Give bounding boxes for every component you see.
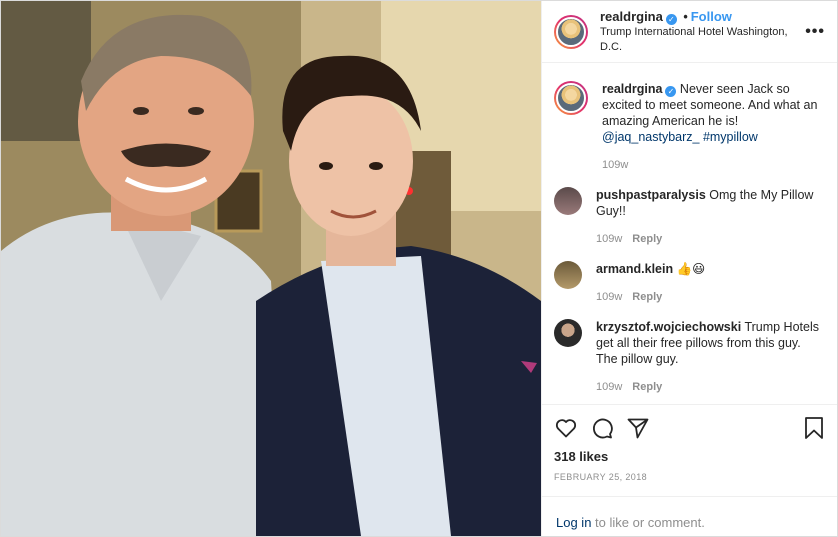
- comment-body: armand.klein 👍😃 109w Reply: [596, 261, 821, 305]
- caption: realdrgina ✓ Never seen Jack so excited t…: [554, 81, 821, 173]
- post-sidebar: realdrgina ✓ • Follow Trump International …: [541, 1, 837, 536]
- post-dialog: realdrgina ✓ • Follow Trump International …: [0, 0, 838, 537]
- separator-dot: •: [683, 9, 688, 24]
- reply-button[interactable]: Reply: [632, 233, 662, 245]
- comment-text: 👍😃: [676, 262, 706, 276]
- post-photo[interactable]: [1, 1, 541, 536]
- photo-illustration: [1, 1, 541, 536]
- caption-body: realdrgina ✓ Never seen Jack so excited t…: [602, 81, 821, 173]
- comment-username[interactable]: pushpastparalysis: [596, 188, 706, 202]
- share-icon[interactable]: [626, 416, 650, 440]
- caption-avatar[interactable]: [554, 81, 588, 115]
- comment-icon[interactable]: [590, 416, 614, 440]
- author-info: realdrgina ✓ • Follow Trump International …: [600, 9, 805, 55]
- heart-icon[interactable]: [554, 416, 578, 440]
- login-text: to like or comment.: [591, 515, 705, 530]
- reply-button[interactable]: Reply: [632, 291, 662, 303]
- comment-item: pushpastparalysis Omg the My Pillow Guy!…: [554, 187, 821, 247]
- caption-username[interactable]: realdrgina: [602, 82, 662, 96]
- commenter-avatar[interactable]: [554, 319, 582, 347]
- verified-icon: ✓: [665, 86, 677, 97]
- caption-tags[interactable]: @jaq_nastybarz_ #mypillow: [602, 129, 821, 145]
- comment-body: krzysztof.wojciechowski Trump Hotels get…: [596, 319, 821, 395]
- action-icons: [554, 413, 825, 443]
- comment-username[interactable]: armand.klein: [596, 262, 673, 276]
- commenter-avatar[interactable]: [554, 261, 582, 289]
- login-link[interactable]: Log in: [556, 515, 591, 530]
- comment-item: armand.klein 👍😃 109w Reply: [554, 261, 821, 305]
- post-date[interactable]: FEBRUARY 25, 2018: [554, 472, 825, 482]
- comment-item: krzysztof.wojciechowski Trump Hotels get…: [554, 319, 821, 395]
- login-prompt: Log in to like or comment.: [542, 496, 837, 537]
- commenter-avatar[interactable]: [554, 187, 582, 215]
- post-location[interactable]: Trump International Hotel Washington, D.…: [600, 25, 805, 55]
- comment-time[interactable]: 109w: [596, 233, 622, 245]
- author-username[interactable]: realdrgina: [600, 9, 663, 24]
- author-avatar[interactable]: [554, 14, 588, 49]
- post-header: realdrgina ✓ • Follow Trump International …: [542, 1, 837, 63]
- caption-time[interactable]: 109w: [602, 157, 821, 173]
- comment-time[interactable]: 109w: [596, 381, 622, 393]
- post-actions: 318 likes FEBRUARY 25, 2018 Log in to li…: [542, 404, 837, 536]
- verified-icon: ✓: [665, 13, 677, 25]
- comment-body: pushpastparalysis Omg the My Pillow Guy!…: [596, 187, 821, 247]
- bookmark-icon[interactable]: [803, 416, 825, 440]
- reply-button[interactable]: Reply: [632, 381, 662, 393]
- follow-button[interactable]: Follow: [691, 9, 732, 24]
- more-icon[interactable]: •••: [805, 23, 825, 41]
- comment-username[interactable]: krzysztof.wojciechowski: [596, 320, 741, 334]
- comments-list[interactable]: realdrgina ✓ Never seen Jack so excited t…: [542, 63, 837, 404]
- likes-count[interactable]: 318 likes: [554, 449, 825, 464]
- comment-time[interactable]: 109w: [596, 291, 622, 303]
